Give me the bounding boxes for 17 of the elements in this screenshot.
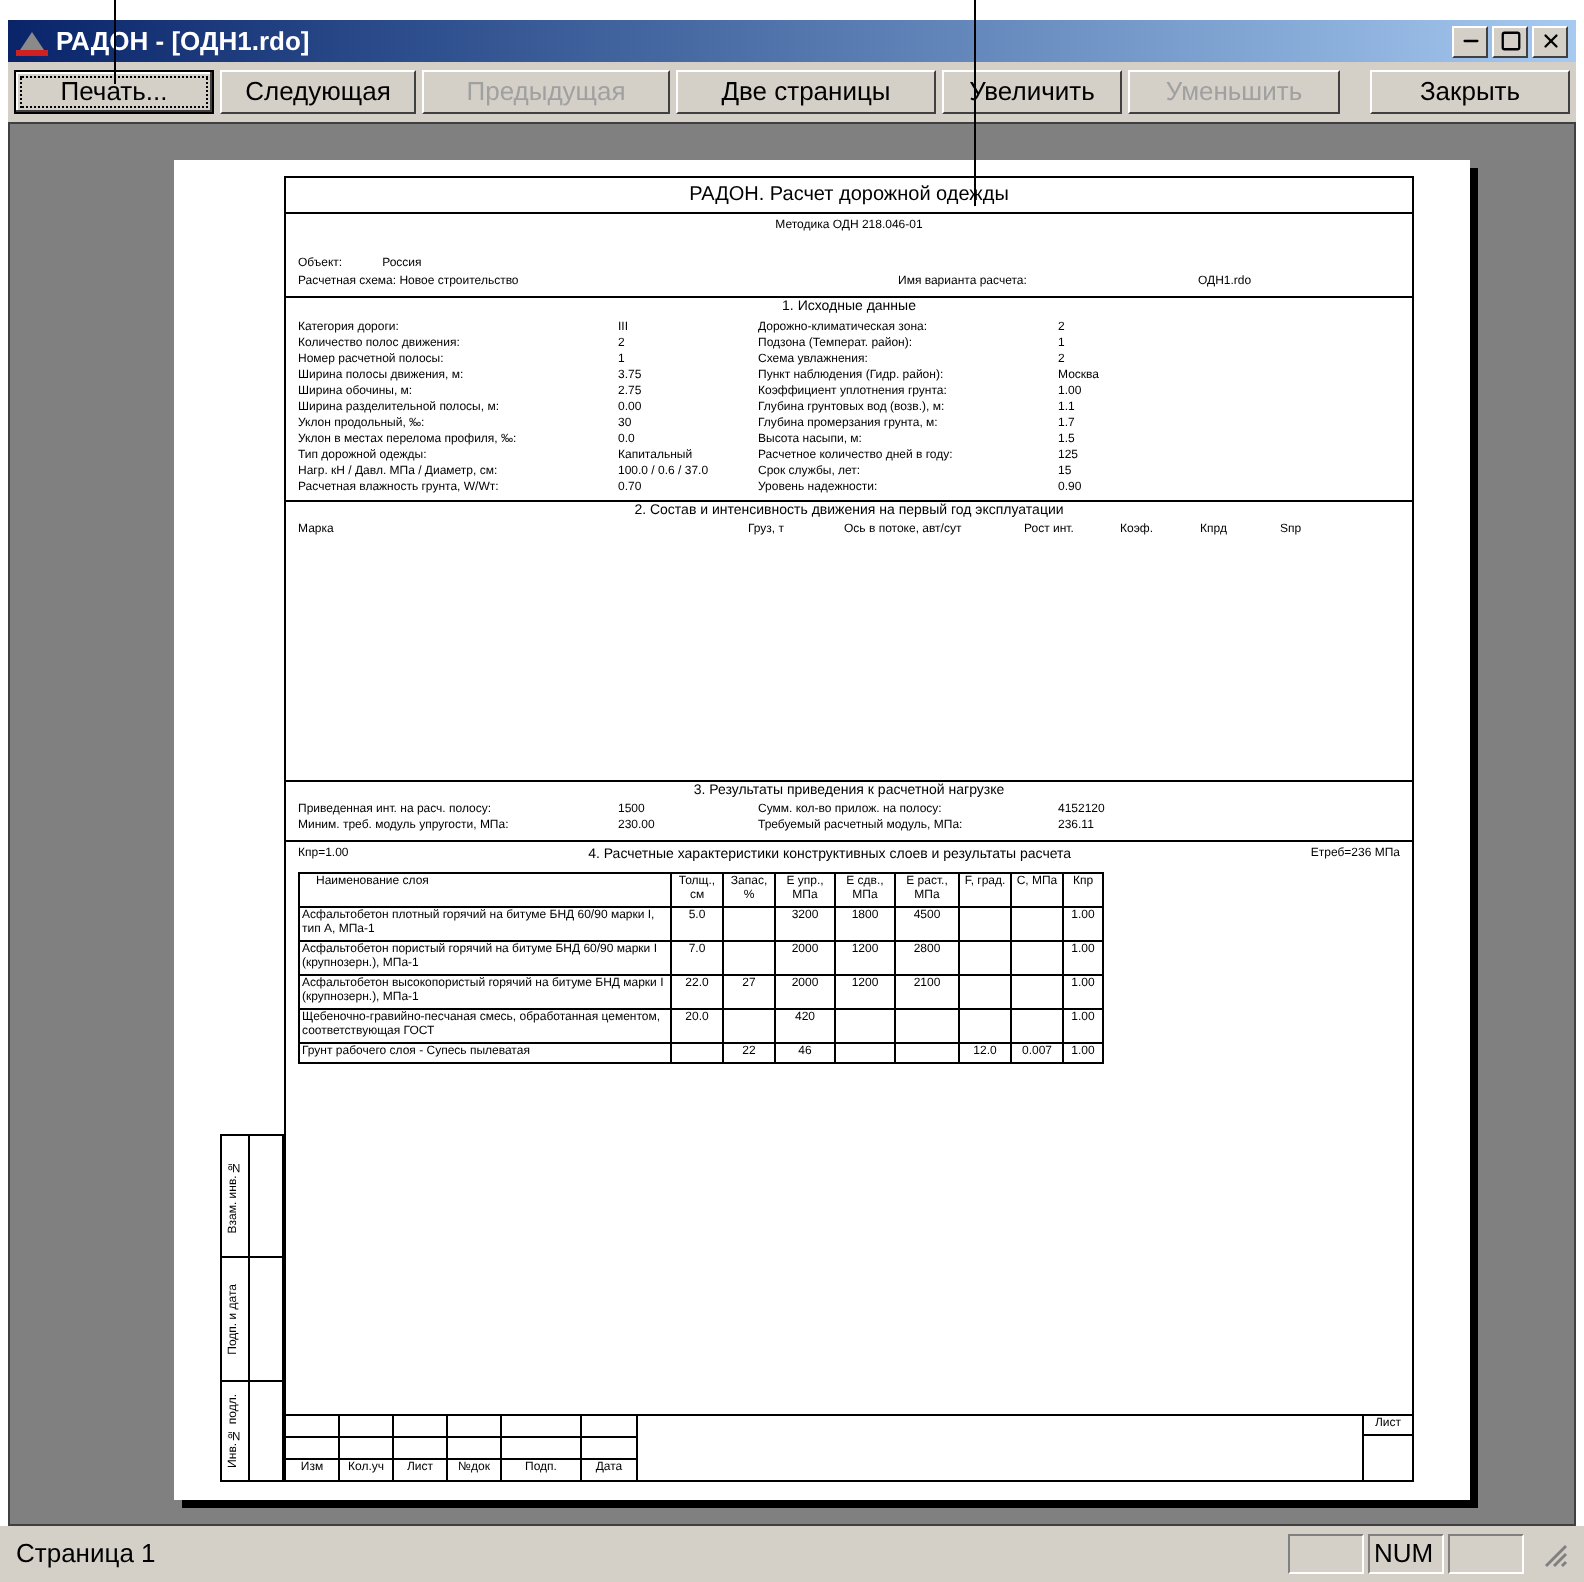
toolbar-button[interactable]: Две страницы: [676, 70, 936, 114]
app-icon: [16, 27, 48, 55]
status-indicator: [1288, 1534, 1364, 1574]
status-indicator: [1448, 1534, 1524, 1574]
resize-grip-icon: [1540, 1540, 1568, 1568]
status-text: Страница 1: [16, 1536, 158, 1573]
toolbar-button[interactable]: Закрыть: [1370, 70, 1570, 114]
minimize-button[interactable]: [1452, 25, 1488, 57]
close-icon: [1539, 30, 1561, 52]
toolbar-button[interactable]: Следующая: [220, 70, 416, 114]
toolbar-button[interactable]: Печать...: [14, 70, 214, 114]
maximize-button[interactable]: [1492, 25, 1528, 57]
close-button[interactable]: [1532, 25, 1568, 57]
maximize-icon: [1499, 30, 1521, 52]
status-indicator: NUM: [1368, 1534, 1444, 1574]
leader-line: [114, 0, 116, 84]
window-title: РАДОН - [ОДН1.rdo]: [56, 23, 310, 60]
